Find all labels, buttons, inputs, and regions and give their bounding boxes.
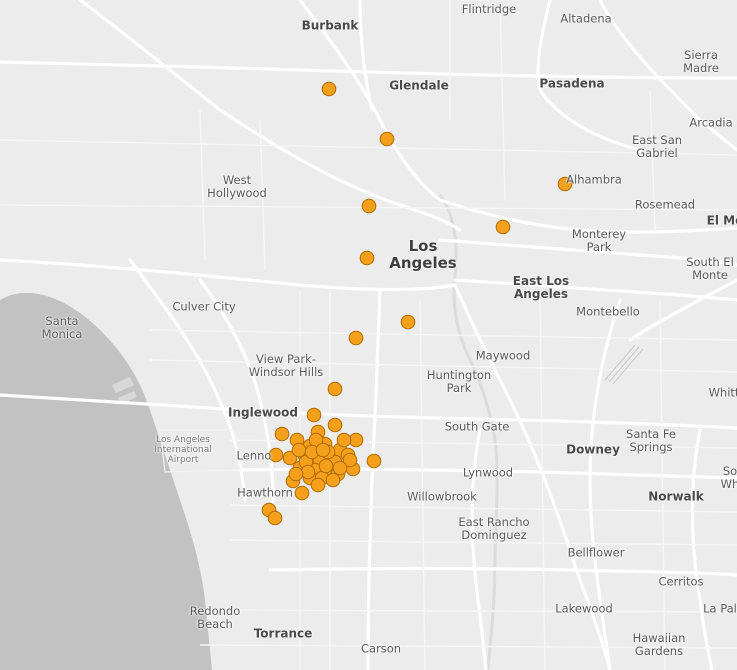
label-rosemead: Rosemead [634, 197, 696, 212]
label-santa-monica: Santa Monica [41, 314, 83, 341]
incident-marker[interactable] [336, 432, 352, 448]
label-alhambra: Alhambra [566, 172, 622, 187]
label-whittier: Whitt [708, 385, 737, 400]
label-lennox: Lenno [236, 448, 272, 463]
label-huntington-park: Huntington Park [426, 368, 492, 395]
incident-marker[interactable] [291, 442, 307, 458]
label-pasadena: Pasadena [539, 76, 605, 91]
label-la-canada-flintridge: La CañadaFlintridge [459, 0, 520, 16]
label-lynwood: Lynwood [462, 465, 514, 480]
label-willowbrook: Willowbrook [407, 489, 477, 504]
label-la-palma: La Pal [703, 601, 737, 616]
incident-marker[interactable] [327, 381, 343, 397]
incident-marker[interactable] [379, 131, 395, 147]
incident-marker[interactable] [348, 330, 364, 346]
label-east-los-angeles: East Los Angeles [512, 274, 570, 301]
incident-marker[interactable] [318, 458, 334, 474]
label-cerritos: Cerritos [658, 574, 704, 589]
map-canvas[interactable]: La CañadaFlintridge Altadena Burbank Glenda… [0, 0, 737, 670]
label-sierra-madre: Sierra Madre [683, 48, 719, 75]
label-east-rancho-dominguez: East Rancho Dominguez [458, 515, 530, 542]
label-view-park-windsor-hills: View Park- Windsor Hills [248, 352, 324, 379]
label-burbank: Burbank [301, 18, 359, 33]
label-culver-city: Culver City [172, 299, 236, 314]
incident-marker[interactable] [332, 460, 348, 476]
incident-marker[interactable] [400, 314, 416, 330]
incident-marker[interactable] [274, 426, 290, 442]
label-hawaiian-gardens: Hawaiian Gardens [632, 631, 686, 658]
incident-marker[interactable] [310, 477, 326, 493]
incident-marker[interactable] [294, 485, 310, 501]
ocean [0, 292, 212, 670]
label-lakewood: Lakewood [555, 601, 613, 616]
label-redondo-beach: Redondo Beach [189, 604, 241, 631]
label-carson: Carson [360, 641, 402, 656]
rail-yard [604, 344, 644, 385]
label-santa-fe-springs: Santa Fe Springs [626, 427, 676, 454]
label-east-san-gabriel: East San Gabriel [631, 133, 683, 160]
label-south-whittier: So Wh [720, 464, 737, 491]
label-south-gate: South Gate [444, 419, 510, 434]
label-downey: Downey [566, 442, 620, 457]
incident-marker[interactable] [366, 453, 382, 469]
label-west-hollywood: West Hollywood [207, 173, 267, 200]
label-maywood: Maywood [475, 348, 531, 363]
label-bellflower: Bellflower [567, 545, 625, 560]
incident-marker[interactable] [495, 219, 511, 235]
label-norwalk: Norwalk [648, 489, 704, 504]
label-los-angeles: Los Angeles [389, 237, 457, 272]
basemap [0, 0, 737, 670]
incident-marker[interactable] [325, 472, 341, 488]
incident-marker[interactable] [315, 442, 331, 458]
incident-marker[interactable] [288, 466, 304, 482]
label-inglewood: Inglewood [227, 405, 299, 420]
label-glendale: Glendale [389, 78, 449, 93]
incident-marker[interactable] [306, 407, 322, 423]
label-south-el-monte: South El Monte [686, 255, 734, 282]
label-lax: Los Angeles International Airport [154, 435, 212, 465]
label-altadena: Altadena [560, 11, 612, 26]
label-monterey-park: Monterey Park [571, 227, 627, 254]
incident-marker[interactable] [300, 464, 316, 480]
label-torrance: Torrance [253, 626, 313, 641]
label-arcadia: Arcadia [689, 115, 733, 130]
incident-marker[interactable] [361, 198, 377, 214]
label-montebello: Montebello [576, 304, 640, 319]
label-hawthorne: Hawthorn [237, 485, 293, 500]
incident-marker[interactable] [321, 81, 337, 97]
incident-marker[interactable] [267, 510, 283, 526]
incident-marker[interactable] [359, 250, 375, 266]
label-el-monte: El Mo [706, 213, 737, 228]
incident-marker[interactable] [327, 417, 343, 433]
